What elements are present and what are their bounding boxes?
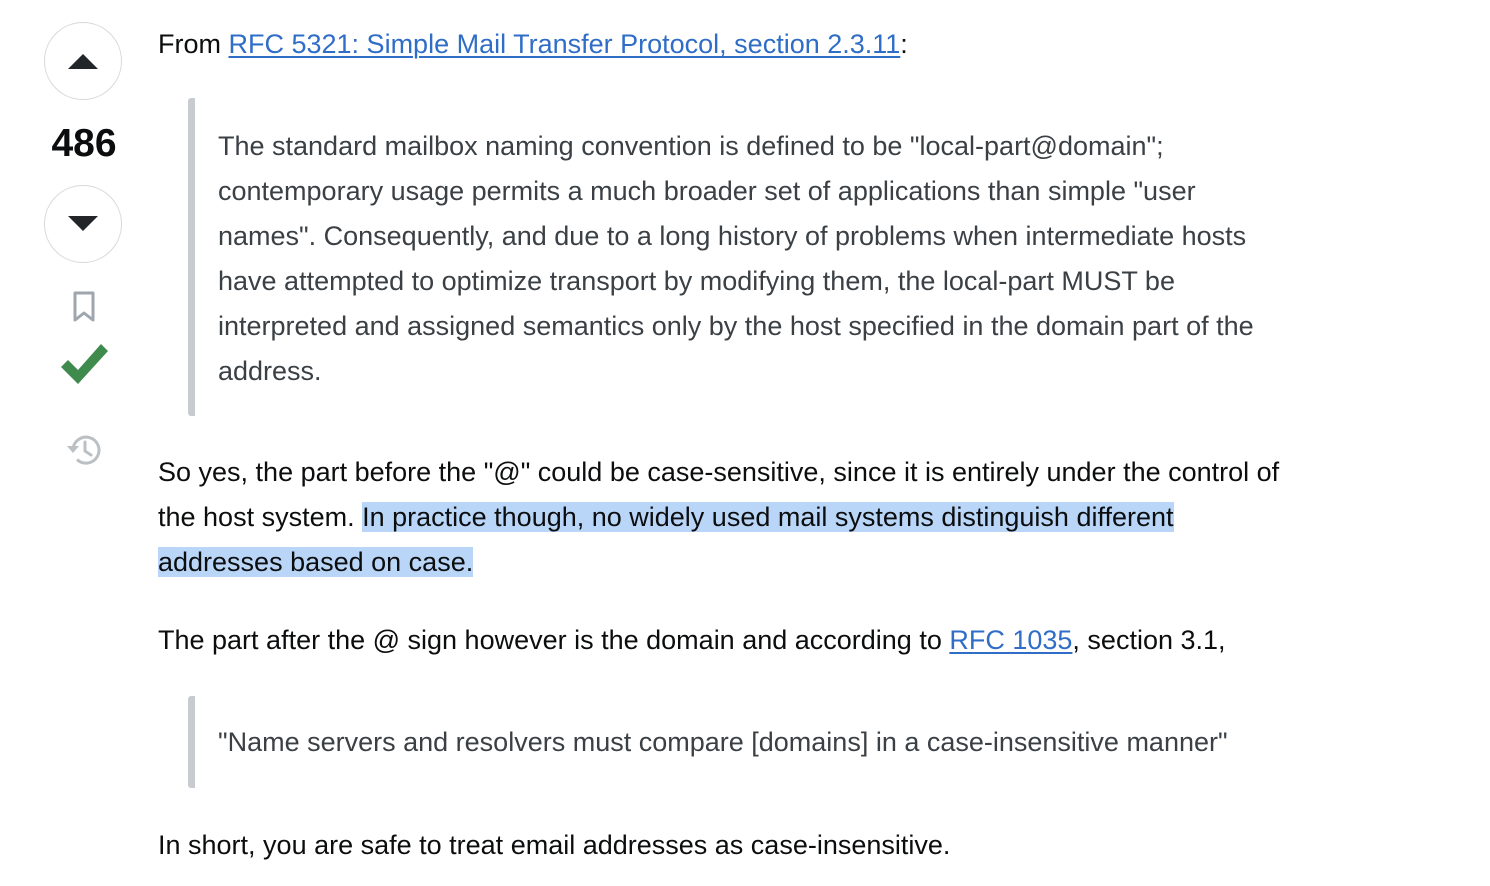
rfc-1035-link[interactable]: RFC 1035: [949, 625, 1072, 655]
quote-line: contemporary usage permits a much broade…: [218, 176, 1196, 206]
triangle-up-icon: [68, 54, 98, 69]
domain-suffix: , section 3.1,: [1072, 625, 1226, 655]
vote-count: 486: [51, 122, 117, 165]
paragraph-line: addresses based on case.: [158, 540, 1279, 585]
quote-line: "Name servers and resolvers must compare…: [218, 727, 1228, 757]
paragraph-line: the host system. In practice though, no …: [158, 495, 1279, 540]
history-icon[interactable]: [64, 430, 104, 470]
selected-text: In practice though, no widely used mail …: [362, 502, 1174, 532]
rfc-5321-link[interactable]: RFC 5321: Simple Mail Transfer Protocol,…: [229, 29, 901, 59]
quote-line: address.: [218, 356, 322, 386]
plain-text: the host system.: [158, 502, 363, 532]
intro-suffix: :: [900, 29, 908, 59]
blockquote-rfc1035: "Name servers and resolvers must compare…: [188, 696, 1228, 788]
upvote-button[interactable]: [44, 22, 122, 100]
paragraph-conclusion: In short, you are safe to treat email ad…: [158, 830, 951, 860]
quote-line: interpreted and assigned semantics only …: [218, 311, 1254, 341]
paragraph-case-sensitivity: So yes, the part before the "@" could be…: [158, 450, 1279, 585]
paragraph-intro: From RFC 5321: Simple Mail Transfer Prot…: [158, 22, 908, 67]
quote-line: The standard mailbox naming convention i…: [218, 131, 1164, 161]
blockquote-rfc5321: The standard mailbox naming convention i…: [188, 98, 1254, 416]
checkmark-icon: [61, 344, 108, 384]
quote-line: names". Consequently, and due to a long …: [218, 221, 1247, 251]
intro-prefix: From: [158, 29, 229, 59]
downvote-button[interactable]: [44, 185, 122, 263]
selected-text: addresses based on case.: [158, 547, 474, 577]
quote-line: have attempted to optimize transport by …: [218, 266, 1175, 296]
triangle-down-icon: [68, 216, 98, 231]
domain-prefix: The part after the @ sign however is the…: [158, 625, 950, 655]
paragraph-line: So yes, the part before the "@" could be…: [158, 457, 1280, 487]
bookmark-icon[interactable]: [71, 290, 97, 324]
paragraph-domain: The part after the @ sign however is the…: [158, 618, 1226, 663]
